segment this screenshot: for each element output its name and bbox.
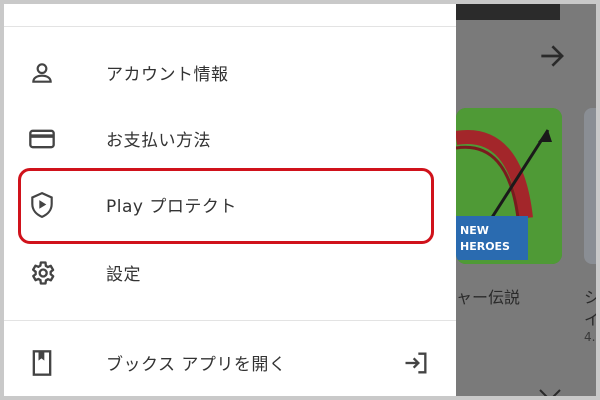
divider — [4, 320, 456, 321]
arrow-right-icon[interactable] — [536, 40, 568, 72]
highlight-annotation — [18, 168, 434, 244]
account-icon — [26, 57, 58, 89]
menu-item-label: ブックス アプリを開く — [106, 355, 287, 375]
svg-text:HEROES: HEROES — [460, 240, 510, 253]
tile-text: NEW — [460, 224, 489, 237]
bow-arrow-artwork: NEW HEROES — [456, 108, 562, 264]
navigation-drawer: アカウント情報 お支払い方法 Play プロテクト 設定 ブックス アプリを開く — [4, 4, 456, 396]
menu-item-settings[interactable]: 設定 — [4, 240, 456, 306]
app-title[interactable]: ャー伝説 — [456, 284, 520, 308]
menu-item-label: アカウント情報 — [106, 65, 229, 85]
app-rating: 4.5 — [584, 330, 596, 344]
menu-item-label: お支払い方法 — [106, 131, 211, 151]
gear-icon — [26, 257, 58, 289]
app-tile-secondary[interactable] — [584, 108, 596, 264]
open-app-icon[interactable] — [400, 347, 432, 379]
app-title-3[interactable]: イ — [584, 306, 596, 330]
divider — [4, 26, 456, 27]
menu-item-payment[interactable]: お支払い方法 — [4, 106, 456, 172]
background-top-bar — [456, 4, 560, 20]
chevron-icon — [539, 389, 561, 396]
app-tile-game[interactable]: NEW HEROES — [456, 108, 562, 264]
app-title-2[interactable]: シ — [584, 284, 596, 308]
menu-item-open-books[interactable]: ブックス アプリを開く — [4, 330, 456, 396]
bookmark-icon — [26, 347, 58, 379]
screenshot-frame: NEW HEROES ャー伝説 シ イ 4.5 アカウント情報 — [0, 0, 600, 400]
menu-item-account[interactable]: アカウント情報 — [4, 40, 456, 106]
menu-item-label: 設定 — [106, 265, 141, 285]
credit-card-icon — [26, 123, 58, 155]
